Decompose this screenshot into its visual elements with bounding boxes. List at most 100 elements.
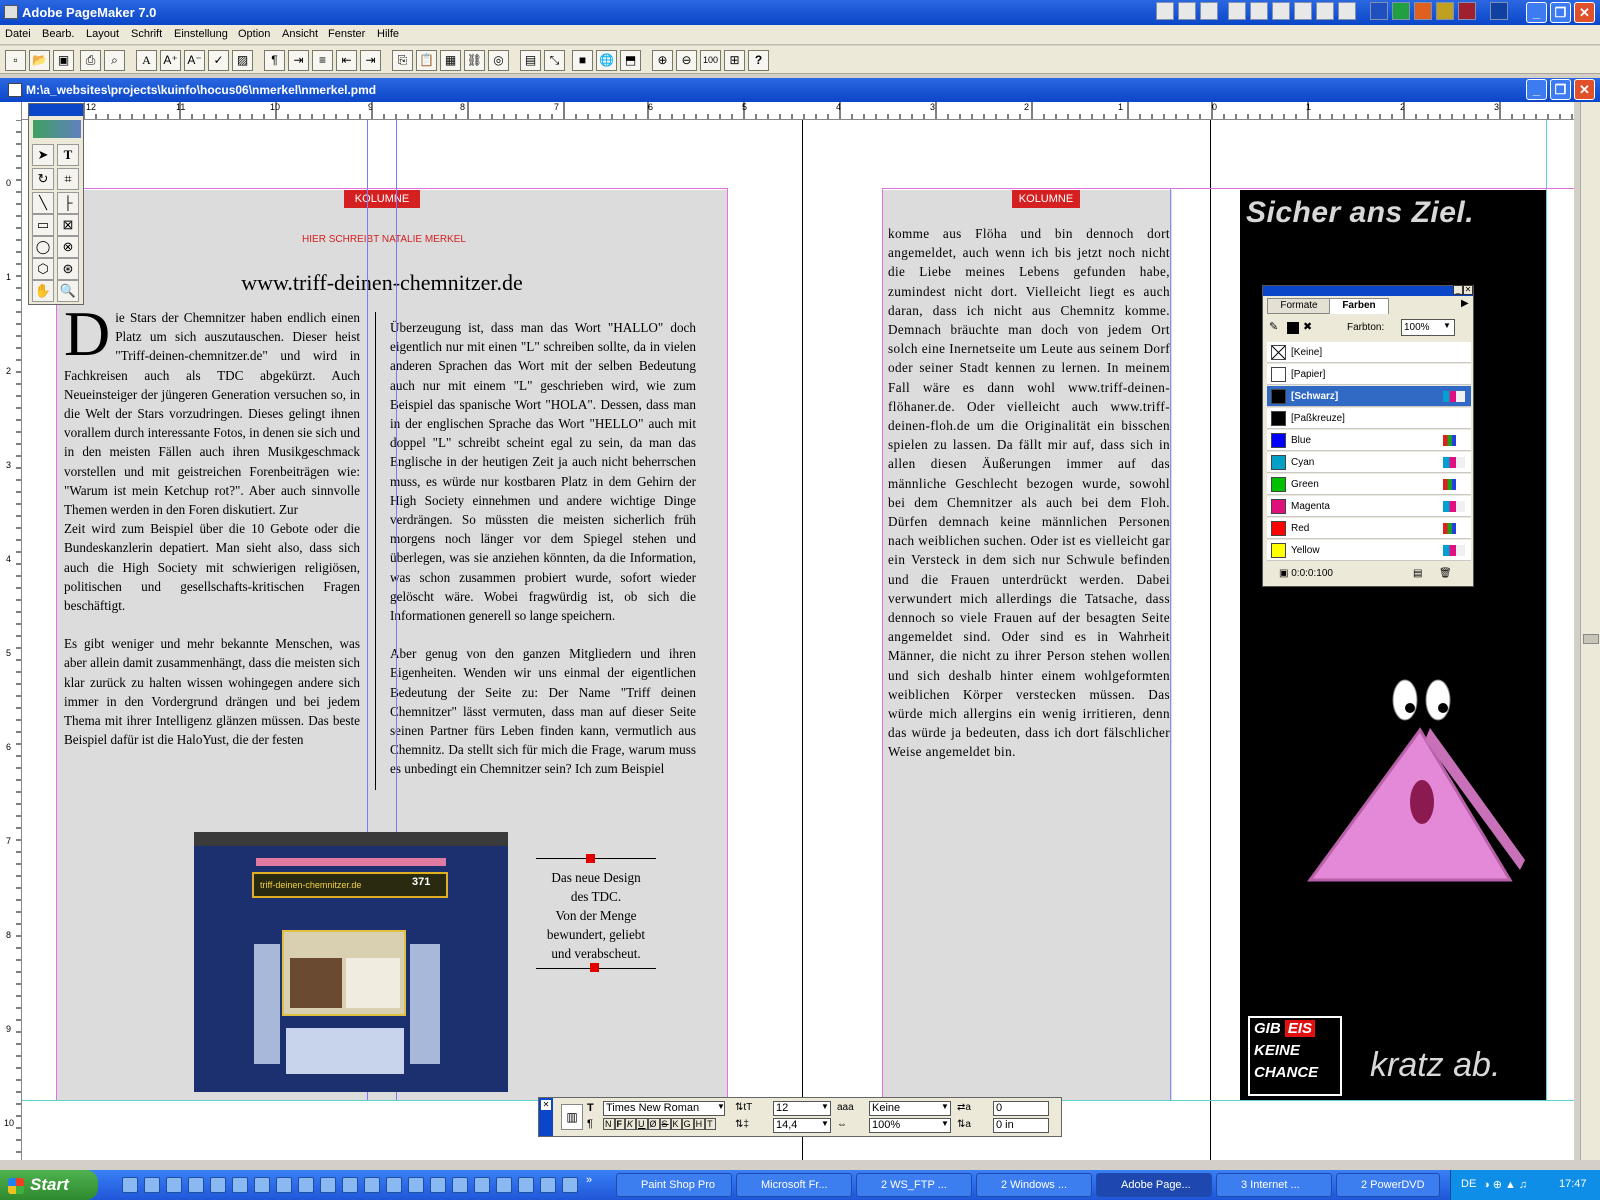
- color-row-papier[interactable]: [Papier]: [1267, 364, 1471, 385]
- quicklaunch-icon[interactable]: [408, 1177, 424, 1193]
- link-icon[interactable]: ⛓: [464, 50, 485, 71]
- doc-maximize-button[interactable]: ❐: [1550, 79, 1571, 100]
- taskbar-button-windows[interactable]: 2 Windows ...: [976, 1173, 1092, 1197]
- tab-farben[interactable]: Farben: [1329, 298, 1389, 314]
- headline[interactable]: www.triff-deinen-chemnitzer.de: [202, 270, 562, 296]
- find-icon[interactable]: ⌕: [104, 50, 125, 71]
- menu-schrift[interactable]: Schrift: [131, 28, 162, 40]
- quicklaunch-icon[interactable]: [430, 1177, 446, 1193]
- ruler-corner[interactable]: [0, 102, 22, 120]
- article-column-2[interactable]: Überzeugung ist, dass man das Wort "HALL…: [390, 318, 696, 779]
- clock[interactable]: 17:47: [1559, 1178, 1587, 1190]
- reverse-button[interactable]: Ø: [647, 1118, 660, 1130]
- tray-app-icon[interactable]: [1178, 2, 1196, 20]
- tray-app-icon[interactable]: [1490, 2, 1508, 20]
- kolumne-tag-right[interactable]: KOLUMNE: [1012, 190, 1080, 208]
- quicklaunch-icon[interactable]: [276, 1177, 292, 1193]
- paste-icon[interactable]: 📋: [416, 50, 437, 71]
- fit-icon[interactable]: ⊞: [724, 50, 745, 71]
- apply-icon[interactable]: ▥: [561, 1104, 583, 1130]
- palette-title-bar[interactable]: [1263, 286, 1473, 296]
- horizontal-ruler[interactable]: 12 11 10 9 8 7 6 5 4 3 2 1 0 1 2 3: [84, 102, 1574, 120]
- color-swatch-preview[interactable]: [33, 120, 81, 138]
- quicklaunch-icon[interactable]: [254, 1177, 270, 1193]
- menu-layout[interactable]: Layout: [86, 28, 119, 40]
- chevron-down-icon[interactable]: ▼: [717, 1102, 725, 1111]
- language-indicator[interactable]: DE: [1461, 1178, 1476, 1190]
- menu-hilfe[interactable]: Hilfe: [377, 28, 399, 40]
- color-row-passkreuze[interactable]: [Paßkreuze]: [1267, 408, 1471, 429]
- quicklaunch-icon[interactable]: [540, 1177, 556, 1193]
- actual-size-icon[interactable]: 100: [700, 50, 721, 71]
- zoom-out-icon[interactable]: ⊖: [676, 50, 697, 71]
- indent-icon[interactable]: ⇥: [288, 50, 309, 71]
- quicklaunch-icon[interactable]: [474, 1177, 490, 1193]
- bold-button[interactable]: F: [614, 1118, 625, 1130]
- indent-left-icon[interactable]: ⇤: [336, 50, 357, 71]
- color-row-blue[interactable]: Blue: [1267, 430, 1471, 451]
- underline-button[interactable]: U: [636, 1118, 648, 1130]
- image-icon[interactable]: ▤: [520, 50, 541, 71]
- copy-icon[interactable]: ⎘: [392, 50, 413, 71]
- scrollbar-thumb[interactable]: [1583, 634, 1599, 644]
- vertical-ruler[interactable]: 0 1 2 3 4 5 6 7 8 9 10: [0, 120, 22, 1160]
- tray-app-icon[interactable]: [1250, 2, 1268, 20]
- line-tool-icon[interactable]: ╲: [32, 192, 54, 214]
- superscript-button[interactable]: H: [693, 1118, 706, 1130]
- menu-option[interactable]: Option: [238, 28, 270, 40]
- quicklaunch-icon[interactable]: [166, 1177, 182, 1193]
- tray-app-icon[interactable]: [1436, 2, 1454, 20]
- tray-app-icon[interactable]: [1272, 2, 1290, 20]
- quicklaunch-icon[interactable]: [122, 1177, 138, 1193]
- quicklaunch-icon[interactable]: [188, 1177, 204, 1193]
- font-select[interactable]: Times New Roman: [603, 1101, 725, 1116]
- spellcheck-icon[interactable]: ✓: [208, 50, 229, 71]
- constrained-line-tool-icon[interactable]: ├: [57, 192, 79, 214]
- article-column-1[interactable]: Die Stars der Chemnitzer haben endlich e…: [64, 302, 360, 749]
- rotate-tool-icon[interactable]: ↻: [32, 168, 54, 190]
- paragraph-mode-icon[interactable]: ¶: [587, 1118, 593, 1130]
- print-icon[interactable]: ⎙: [80, 50, 101, 71]
- quicklaunch-icon[interactable]: [320, 1177, 336, 1193]
- taskbar-button-powerdvd[interactable]: 2 PowerDVD: [1336, 1173, 1440, 1197]
- quicklaunch-icon[interactable]: [144, 1177, 160, 1193]
- tray-app-icon[interactable]: [1156, 2, 1174, 20]
- tray-app-icon[interactable]: [1414, 2, 1432, 20]
- pdf-icon[interactable]: ⬒: [620, 50, 641, 71]
- font-size-down-icon[interactable]: A⁻: [184, 50, 205, 71]
- quicklaunch-icon[interactable]: [496, 1177, 512, 1193]
- tray-app-icon[interactable]: [1458, 2, 1476, 20]
- tray-app-icon[interactable]: [1370, 2, 1388, 20]
- close-button[interactable]: ✕: [1574, 2, 1595, 23]
- colors-icon[interactable]: ■: [572, 50, 593, 71]
- color-row-keine[interactable]: [Keine]: [1267, 342, 1471, 363]
- image-caption[interactable]: Das neue Design des TDC. Von der Menge b…: [528, 868, 664, 963]
- scale-icon[interactable]: ⤡: [544, 50, 565, 71]
- crop-tool-icon[interactable]: ⌗: [57, 168, 79, 190]
- tdc-website-screenshot[interactable]: triff-deinen-chemnitzer.de 371: [194, 832, 508, 1092]
- color-row-magenta[interactable]: Magenta: [1267, 496, 1471, 517]
- italic-button[interactable]: K: [625, 1118, 637, 1130]
- ellipse-frame-tool-icon[interactable]: ⊗: [57, 236, 79, 258]
- quicklaunch-icon[interactable]: [298, 1177, 314, 1193]
- color-row-green[interactable]: Green: [1267, 474, 1471, 495]
- kolumne-tag[interactable]: KOLUMNE: [344, 190, 420, 208]
- fill-icon[interactable]: ▨: [232, 50, 253, 71]
- tray-app-icon[interactable]: [1228, 2, 1246, 20]
- layout-canvas[interactable]: KOLUMNE HIER SCHREIBT NATALIE MERKEL www…: [22, 120, 1574, 1160]
- pagemaker-app-icon[interactable]: [4, 5, 18, 19]
- tracking-select[interactable]: Keine: [869, 1101, 951, 1116]
- quicklaunch-overflow-icon[interactable]: »: [586, 1174, 592, 1186]
- rectangle-frame-tool-icon[interactable]: ⊠: [57, 214, 79, 236]
- ellipse-tool-icon[interactable]: ◯: [32, 236, 54, 258]
- tab-formate[interactable]: Formate: [1267, 298, 1331, 314]
- paragraph-icon[interactable]: ¶: [264, 50, 285, 71]
- save-icon[interactable]: ▣: [53, 50, 74, 71]
- toolbox-title-bar[interactable]: [29, 104, 83, 116]
- color-row-cyan[interactable]: Cyan: [1267, 452, 1471, 473]
- trash-icon[interactable]: 🗑: [1439, 568, 1452, 579]
- chevron-down-icon[interactable]: ▼: [1443, 321, 1451, 330]
- quicklaunch-icon[interactable]: [232, 1177, 248, 1193]
- quicklaunch-icon[interactable]: [562, 1177, 578, 1193]
- chevron-down-icon[interactable]: ▼: [821, 1102, 829, 1111]
